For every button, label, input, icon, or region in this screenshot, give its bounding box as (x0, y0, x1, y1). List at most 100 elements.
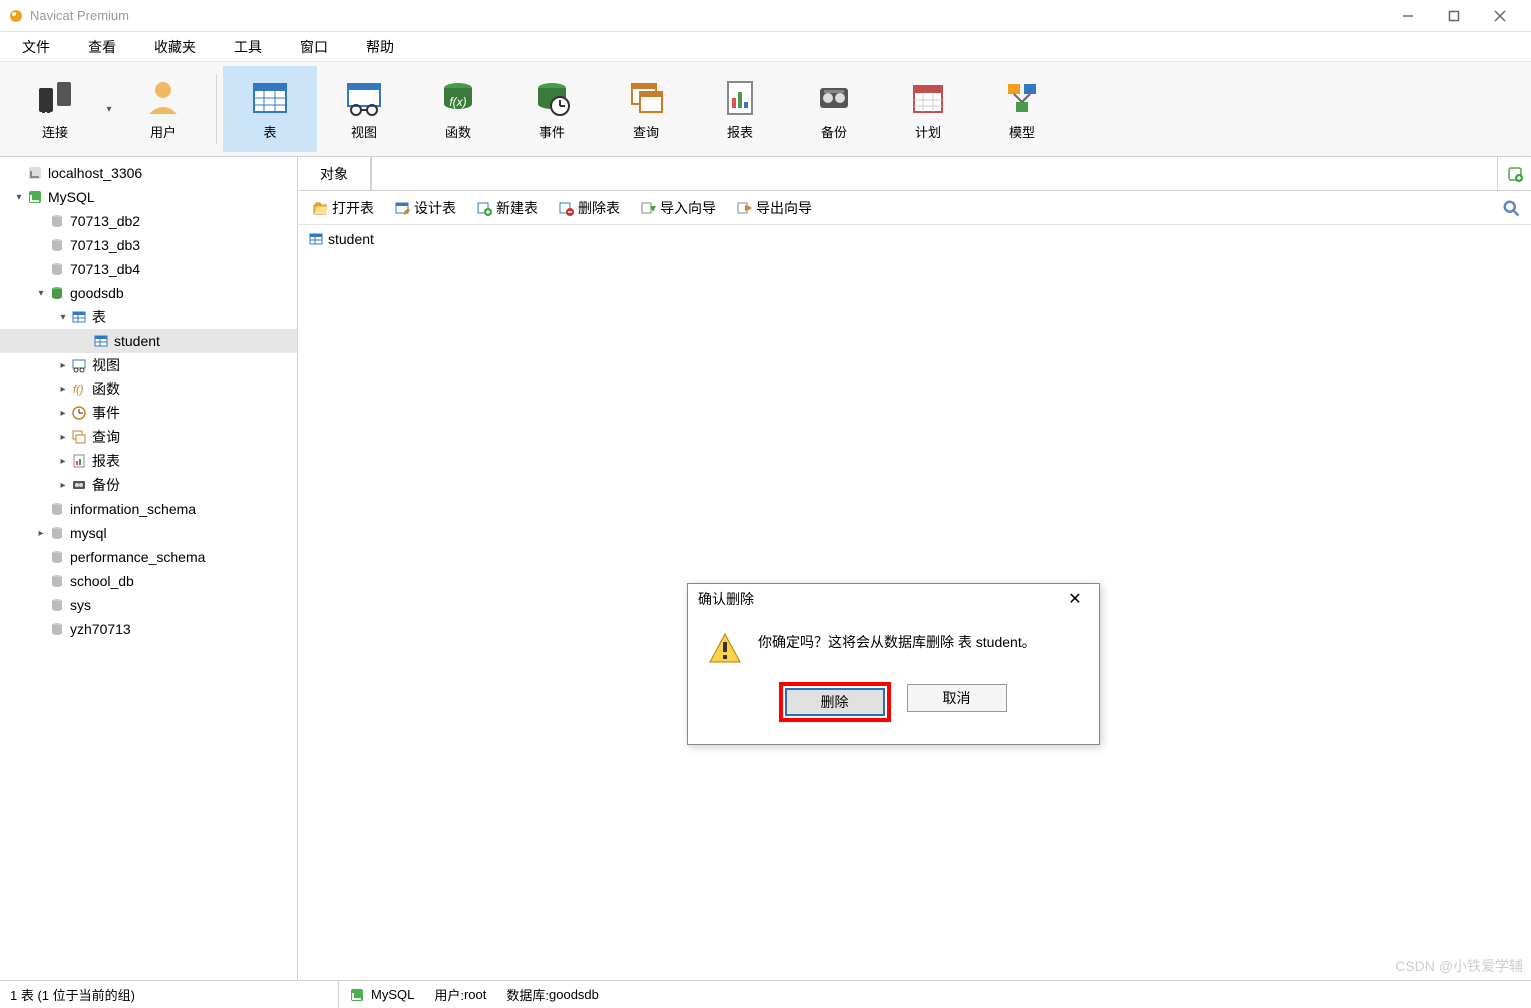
delete-icon (558, 200, 574, 216)
dialog-close-button[interactable]: ✕ (1061, 587, 1089, 611)
subtool-label: 删除表 (578, 198, 620, 218)
caret-icon[interactable]: ▾ (12, 192, 26, 203)
tree-label: MySQL (48, 189, 95, 205)
tree-node-information_schema[interactable]: information_schema (0, 497, 297, 521)
tree-label: 70713_db4 (70, 261, 140, 277)
connection-tree[interactable]: localhost_3306 ▾ MySQL 70713_db2 70713_db3 70… (0, 157, 298, 980)
tool-dropdown[interactable]: ▾ (102, 104, 116, 115)
tree-node-70713_db3[interactable]: 70713_db3 (0, 233, 297, 257)
subtool-export-button[interactable]: 导出向导 (730, 196, 818, 220)
caret-icon[interactable]: ▾ (34, 288, 48, 299)
backup-icon (70, 477, 88, 493)
subtool-new-button[interactable]: 新建表 (470, 196, 544, 220)
caret-icon[interactable]: ▸ (34, 528, 48, 539)
tab-spacer (371, 157, 1497, 190)
menu-bar: 文件查看收藏夹工具窗口帮助 (0, 32, 1531, 62)
tree-label: 函数 (92, 379, 120, 399)
tree-node-查询[interactable]: ▸查询 (0, 425, 297, 449)
menu-1[interactable]: 查看 (76, 33, 128, 61)
menu-4[interactable]: 窗口 (288, 33, 340, 61)
subtool-design-button[interactable]: 设计表 (388, 196, 462, 220)
tab-objects[interactable]: 对象 (298, 157, 371, 190)
tree-node-备份[interactable]: ▸备份 (0, 473, 297, 497)
tree-node-sys[interactable]: sys (0, 593, 297, 617)
tree-node-student[interactable]: student (0, 329, 297, 353)
tree-label: 70713_db3 (70, 237, 140, 253)
tree-node-MySQL[interactable]: ▾ MySQL (0, 185, 297, 209)
svg-text:f(x): f(x) (449, 95, 466, 109)
confirm-delete-dialog: 确认删除 ✕ 你确定吗？这将会从数据库删除 表 student。 删除 取消 (687, 583, 1100, 745)
caret-icon[interactable]: ▸ (56, 360, 70, 371)
tool-label: 函数 (445, 122, 471, 141)
tree-label: 视图 (92, 355, 120, 375)
caret-icon[interactable]: ▸ (56, 480, 70, 491)
tree-node-报表[interactable]: ▸报表 (0, 449, 297, 473)
tree-label: 事件 (92, 403, 120, 423)
tree-label: mysql (70, 525, 107, 541)
dialog-delete-button[interactable]: 删除 (785, 688, 885, 716)
add-tab-button[interactable] (1497, 157, 1531, 190)
tool-event-button[interactable]: 事件 (505, 66, 599, 152)
tool-user-button[interactable]: 用户 (116, 66, 210, 152)
close-button[interactable] (1477, 0, 1523, 32)
tab-label: 对象 (320, 164, 348, 184)
tree-node-localhost_3306[interactable]: localhost_3306 (0, 161, 297, 185)
tree-label: student (114, 333, 160, 349)
tree-node-mysql[interactable]: ▸ mysql (0, 521, 297, 545)
db-icon (48, 213, 66, 229)
tree-node-视图[interactable]: ▸ 视图 (0, 353, 297, 377)
new-icon (476, 200, 492, 216)
tree-node-70713_db2[interactable]: 70713_db2 (0, 209, 297, 233)
menu-5[interactable]: 帮助 (354, 33, 406, 61)
object-list[interactable]: student 确认删除 ✕ 你确定吗？这将会从数据库删除 表 student。… (298, 225, 1531, 980)
dialog-titlebar: 确认删除 ✕ (688, 584, 1099, 614)
dialog-title-text: 确认删除 (698, 589, 754, 609)
maximize-button[interactable] (1431, 0, 1477, 32)
caret-icon[interactable]: ▾ (56, 312, 70, 323)
schedule-icon (908, 78, 948, 118)
tool-table-button[interactable]: 表 (223, 66, 317, 152)
tool-label: 表 (263, 122, 276, 141)
object-student[interactable]: student (304, 229, 378, 249)
caret-icon[interactable]: ▸ (56, 384, 70, 395)
subtool-import-button[interactable]: 导入向导 (634, 196, 722, 220)
search-button[interactable] (1499, 196, 1523, 220)
tool-query-button[interactable]: 查询 (599, 66, 693, 152)
dialog-cancel-button[interactable]: 取消 (907, 684, 1007, 712)
tree-node-表[interactable]: ▾表 (0, 305, 297, 329)
tree-node-70713_db4[interactable]: 70713_db4 (0, 257, 297, 281)
menu-3[interactable]: 工具 (222, 33, 274, 61)
caret-icon[interactable]: ▸ (56, 408, 70, 419)
tool-plug-button[interactable]: 连接 (8, 66, 102, 152)
db-icon (48, 549, 66, 565)
tree-node-performance_schema[interactable]: performance_schema (0, 545, 297, 569)
subtool-label: 导入向导 (660, 198, 716, 218)
object-label: student (328, 231, 374, 247)
tool-backup-button[interactable]: 备份 (787, 66, 881, 152)
tool-func-button[interactable]: f(x) 函数 (411, 66, 505, 152)
tree-node-yzh70713[interactable]: yzh70713 (0, 617, 297, 641)
menu-0[interactable]: 文件 (10, 33, 62, 61)
conn-off-icon (26, 165, 44, 181)
model-icon (1002, 78, 1042, 118)
content-area: 对象 打开表设计表新建表 删除表 导入向导导出向导 student 确认删除 ✕ (298, 157, 1531, 980)
tree-node-函数[interactable]: ▸f()函数 (0, 377, 297, 401)
minimize-button[interactable] (1385, 0, 1431, 32)
tool-schedule-button[interactable]: 计划 (881, 66, 975, 152)
subtool-open-button[interactable]: 打开表 (306, 196, 380, 220)
menu-2[interactable]: 收藏夹 (142, 33, 208, 61)
window-title: Navicat Premium (30, 8, 1385, 23)
tree-label: information_schema (70, 501, 196, 517)
caret-icon[interactable]: ▸ (56, 456, 70, 467)
tree-label: performance_schema (70, 549, 205, 565)
report-icon (720, 78, 760, 118)
tree-node-事件[interactable]: ▸ 事件 (0, 401, 297, 425)
tool-model-button[interactable]: 模型 (975, 66, 1069, 152)
tree-node-school_db[interactable]: school_db (0, 569, 297, 593)
subtool-delete-button[interactable]: 删除表 (552, 196, 626, 220)
caret-icon[interactable]: ▸ (56, 432, 70, 443)
report-icon (70, 453, 88, 469)
tool-report-button[interactable]: 报表 (693, 66, 787, 152)
tree-node-goodsdb[interactable]: ▾goodsdb (0, 281, 297, 305)
tool-view-button[interactable]: 视图 (317, 66, 411, 152)
